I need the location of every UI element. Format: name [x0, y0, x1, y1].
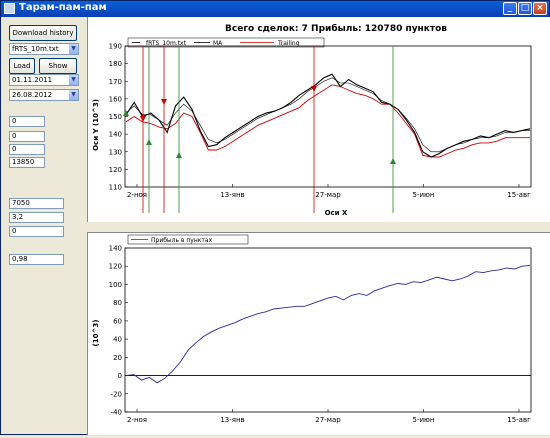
- profit-chart[interactable]: (10^3) Прибыль в пунктах -40 -20 0 20 40 60 80…: [87, 232, 550, 435]
- y-axis-label: Оси Y (10^3): [92, 99, 100, 151]
- sell-arrow: [161, 99, 167, 105]
- y-tick-label: -40: [111, 409, 122, 417]
- x-tick-label: 2-ноя: [127, 416, 147, 424]
- load-button[interactable]: Load: [9, 58, 35, 74]
- param-field-8[interactable]: 0,98: [9, 254, 64, 265]
- series-trailing: [125, 84, 530, 158]
- y-tick-label: 120: [109, 263, 122, 271]
- file-select-value: fRTS_10m.txt: [12, 45, 59, 53]
- app-icon: [4, 3, 15, 14]
- y-axis-label: (10^3): [92, 320, 100, 347]
- y-tick-label: 120: [109, 166, 122, 174]
- y-tick-label: 150: [109, 113, 122, 121]
- y-tick-label: 140: [109, 245, 122, 253]
- buy-arrow: [176, 152, 182, 158]
- y-tick-label: 20: [113, 354, 122, 362]
- price-chart[interactable]: Всего сделок: 7 Прибыль: 120780 пунктов …: [87, 17, 550, 222]
- x-tick-label: 27-мар: [315, 416, 341, 424]
- param-field-3[interactable]: 0: [9, 144, 45, 155]
- download-history-button[interactable]: Download history: [9, 25, 77, 41]
- buy-arrow: [390, 158, 396, 164]
- x-tick-label: 27-мар: [315, 191, 341, 199]
- param-field-6[interactable]: 3,2: [9, 212, 64, 223]
- y-tick-label: 170: [109, 78, 122, 86]
- y-tick-label: 130: [109, 148, 122, 156]
- date-from-picker[interactable]: 01.11.2011 ▼: [9, 74, 79, 86]
- y-tick-label: 100: [109, 281, 122, 289]
- chevron-down-icon[interactable]: ▼: [69, 44, 78, 54]
- date-to-value: 26.08.2012: [12, 91, 53, 99]
- param-field-5[interactable]: 7050: [9, 198, 64, 209]
- minimize-button[interactable]: _: [503, 2, 517, 15]
- x-tick-label: 15-авг: [507, 416, 531, 424]
- y-tick-label: 40: [113, 336, 122, 344]
- date-to-picker[interactable]: 26.08.2012 ▼: [9, 89, 79, 101]
- buy-arrow: [146, 139, 152, 145]
- y-tick-label: 80: [113, 299, 122, 307]
- y-tick-label: -20: [111, 390, 122, 398]
- y-tick-label: 160: [109, 95, 122, 103]
- x-tick-label: 13-янв: [220, 416, 244, 424]
- x-tick-label: 2-ноя: [127, 191, 147, 199]
- x-tick-label: 5-июн: [413, 191, 435, 199]
- y-tick-label: 60: [113, 317, 122, 325]
- chevron-down-icon[interactable]: ▼: [69, 90, 78, 100]
- chevron-down-icon[interactable]: ▼: [69, 75, 78, 85]
- file-select[interactable]: fRTS_10m.txt ▼: [9, 43, 79, 55]
- close-button[interactable]: ×: [533, 2, 547, 15]
- legend: Прибыль в пунктах: [127, 234, 249, 245]
- price-chart-svg: Всего сделок: 7 Прибыль: 120780 пунктов …: [92, 23, 532, 217]
- series-price: [125, 73, 531, 158]
- app-window: Тарам-пам-пам _ □ × Download history fRT…: [0, 0, 550, 435]
- param-field-4[interactable]: 13850: [9, 157, 45, 168]
- x-tick-label: 15-авг: [507, 191, 531, 199]
- date-from-value: 01.11.2011: [12, 76, 53, 84]
- series-profit: [125, 264, 531, 384]
- y-tick-label: 110: [109, 184, 122, 192]
- show-button[interactable]: Show: [39, 58, 77, 74]
- plot-frame: [124, 247, 532, 413]
- x-tick-label: 5-июн: [413, 416, 435, 424]
- y-tick-label: 190: [109, 43, 122, 51]
- y-tick-label: 0: [118, 372, 122, 380]
- profit-chart-svg: (10^3) Прибыль в пунктах -40 -20 0 20 40 60 80…: [92, 234, 532, 424]
- param-field-7[interactable]: 0: [9, 226, 64, 237]
- y-tick-label: 140: [109, 131, 122, 139]
- param-field-2[interactable]: 0: [9, 131, 45, 142]
- window-title: Тарам-пам-пам: [19, 2, 107, 13]
- plot-frame: [124, 45, 532, 188]
- legend-profit: Прибыль в пунктах: [151, 237, 213, 244]
- x-axis-label: Оси X: [325, 209, 348, 217]
- title-bar[interactable]: Тарам-пам-пам _ □ ×: [1, 1, 549, 17]
- maximize-button[interactable]: □: [518, 2, 532, 15]
- chart-splitter[interactable]: [87, 222, 550, 232]
- control-panel: Download history fRTS_10m.txt ▼ Load Sho…: [1, 17, 87, 434]
- param-field-1[interactable]: 0: [9, 116, 45, 127]
- series-ma: [125, 77, 530, 153]
- chart-title: Всего сделок: 7 Прибыль: 120780 пунктов: [225, 23, 447, 34]
- y-tick-label: 180: [109, 60, 122, 68]
- x-tick-label: 13-янв: [220, 191, 244, 199]
